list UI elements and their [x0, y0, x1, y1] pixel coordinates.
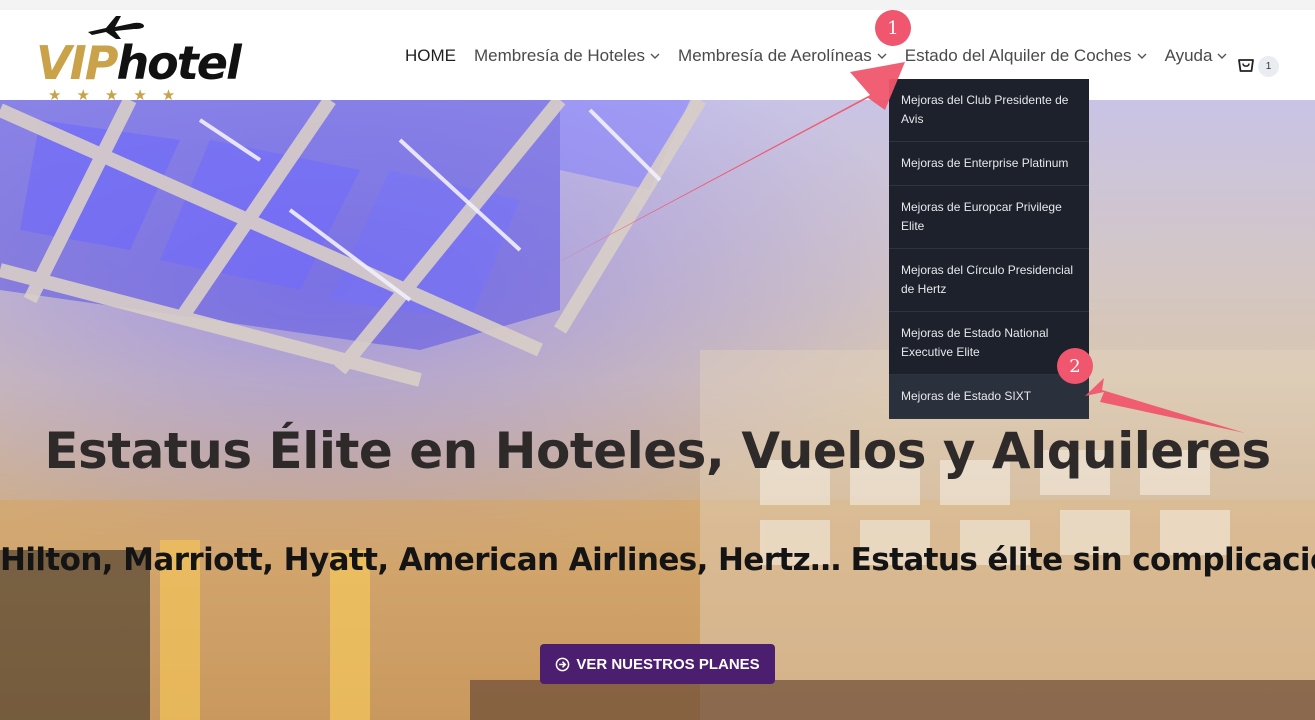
dropdown-item-europcar[interactable]: Mejoras de Europcar Privilege Elite: [889, 186, 1089, 249]
view-plans-label: VER NUESTROS PLANES: [576, 655, 760, 673]
dropdown-item-avis[interactable]: Mejoras del Club Presidente de Avis: [889, 79, 1089, 142]
chevron-down-icon: [650, 53, 660, 59]
vip-hotel-logo[interactable]: VIPhotel ★★★★★: [34, 10, 244, 110]
dropdown-item-sixt[interactable]: Mejoras de Estado SIXT: [889, 375, 1089, 419]
dropdown-item-enterprise[interactable]: Mejoras de Enterprise Platinum: [889, 142, 1089, 186]
nav-item-label: Estado del Alquiler de Coches: [904, 46, 1132, 65]
nav-item-airline-membership[interactable]: Membresía de Aerolíneas: [678, 46, 887, 66]
site-header: VIPhotel ★★★★★ HOME Membresía de Hoteles…: [0, 0, 1315, 104]
hotel-lobby-background: [0, 100, 1315, 720]
nav-item-help[interactable]: Ayuda: [1165, 46, 1228, 66]
logo-stars: ★★★★★: [48, 87, 191, 104]
nav-item-home[interactable]: HOME: [405, 46, 456, 66]
logo-wordmark: VIPhotel: [36, 36, 242, 90]
logo-vip-text: VIP: [36, 36, 118, 90]
nav-item-label: Ayuda: [1164, 46, 1213, 65]
dropdown-item-label: Mejoras de Europcar Privilege Elite: [901, 200, 1062, 233]
chevron-down-icon: [1217, 53, 1227, 59]
annotation-badge-2: 2: [1057, 348, 1093, 384]
shopping-cart-icon[interactable]: [1236, 56, 1256, 76]
chevron-down-icon: [877, 53, 887, 59]
logo-hotel-text: hotel: [116, 36, 241, 90]
dropdown-item-label: Mejoras del Círculo Presidencial de Hert…: [901, 263, 1074, 296]
nav-item-label: Membresía de Aerolíneas: [678, 46, 872, 65]
hero-title: Estatus Élite en Hoteles, Vuelos y Alqui…: [44, 422, 1271, 480]
hero-section: Estatus Élite en Hoteles, Vuelos y Alqui…: [0, 100, 1315, 720]
dropdown-item-hertz[interactable]: Mejoras del Círculo Presidencial de Hert…: [889, 249, 1089, 312]
annotation-badge-1: 1: [875, 10, 911, 46]
hero-subtitle: Hilton, Marriott, Hyatt, American Airlin…: [0, 542, 1315, 578]
dropdown-item-label: Mejoras del Club Presidente de Avis: [901, 93, 1069, 126]
arrow-circle-right-icon: [555, 657, 570, 671]
chevron-down-icon: [1137, 53, 1147, 59]
nav-item-label: Membresía de Hoteles: [474, 46, 646, 65]
view-plans-button[interactable]: VER NUESTROS PLANES: [540, 644, 775, 684]
cart-count-badge: 1: [1258, 56, 1279, 77]
dropdown-item-label: Mejoras de Enterprise Platinum: [901, 156, 1069, 170]
nav-item-car-rental-status[interactable]: Estado del Alquiler de Coches: [905, 46, 1147, 66]
dropdown-item-label: Mejoras de Estado National Executive Eli…: [901, 326, 1049, 359]
main-nav: HOME Membresía de Hoteles Membresía de A…: [405, 46, 1245, 66]
dropdown-item-label: Mejoras de Estado SIXT: [901, 389, 1032, 403]
nav-item-label: HOME: [405, 46, 456, 65]
nav-item-hotel-membership[interactable]: Membresía de Hoteles: [474, 46, 660, 66]
